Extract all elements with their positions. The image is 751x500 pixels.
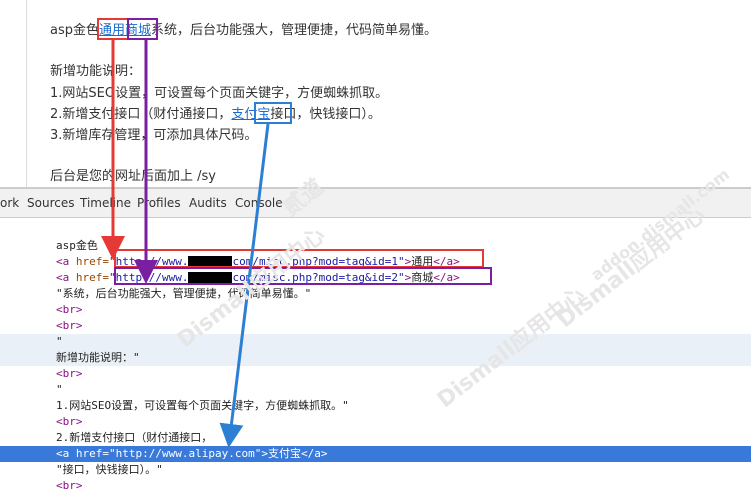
annotation-arrows	[101, 40, 270, 448]
